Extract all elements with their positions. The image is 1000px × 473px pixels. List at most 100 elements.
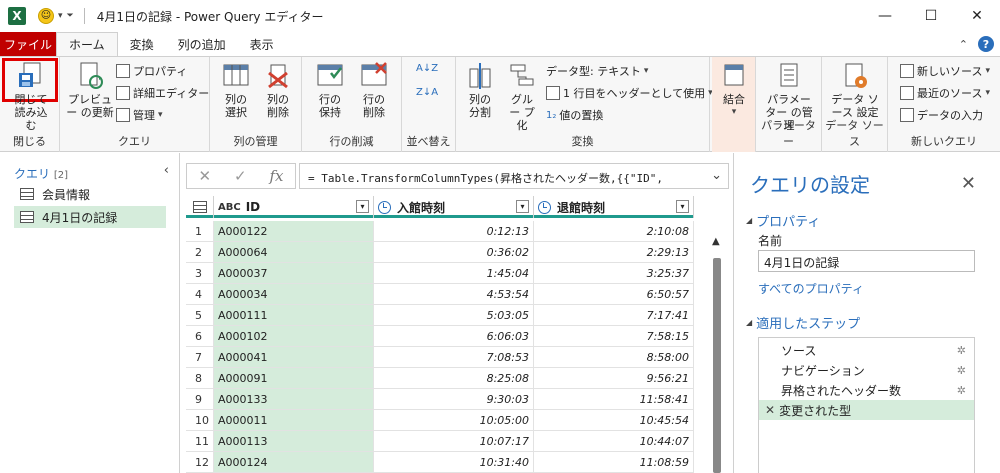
- cell-entry-time[interactable]: 4:53:54: [374, 284, 534, 305]
- collapse-ribbon-icon[interactable]: ⌃: [959, 38, 968, 51]
- cell-id[interactable]: A000133: [214, 389, 374, 410]
- advanced-editor-button[interactable]: 詳細エディター: [116, 85, 209, 101]
- cell-entry-time[interactable]: 8:25:08: [374, 368, 534, 389]
- combine-button[interactable]: 結合 ▾: [716, 61, 752, 119]
- expand-formula-icon[interactable]: ⌄: [711, 168, 722, 183]
- row-number[interactable]: 7: [186, 347, 214, 368]
- data-source-settings-button[interactable]: データ ソース 設定: [826, 61, 884, 119]
- keep-rows-button[interactable]: 行の 保持: [308, 61, 352, 119]
- cell-entry-time[interactable]: 5:03:05: [374, 305, 534, 326]
- collapse-pane-icon[interactable]: ‹: [164, 163, 169, 178]
- time-type-icon[interactable]: [538, 200, 551, 214]
- cell-exit-time[interactable]: 2:29:13: [534, 242, 694, 263]
- smiley-feedback-icon[interactable]: ☺: [38, 8, 54, 24]
- filter-dropdown-icon[interactable]: ▾: [356, 200, 369, 213]
- delete-step-icon[interactable]: ✕: [765, 403, 775, 417]
- manage-button[interactable]: 管理 ▾: [116, 107, 163, 123]
- scroll-up-icon[interactable]: ▲: [712, 236, 720, 247]
- fx-icon[interactable]: fx: [270, 167, 284, 185]
- cell-exit-time[interactable]: 7:58:15: [534, 326, 694, 347]
- split-column-button[interactable]: 列の 分割: [460, 61, 500, 119]
- data-type-dropdown[interactable]: データ型: テキスト ▾: [546, 63, 648, 79]
- close-settings-icon[interactable]: ✕: [961, 173, 976, 194]
- properties-section[interactable]: ◢ プロパティ: [746, 211, 820, 230]
- step-item[interactable]: ソース ✲: [759, 340, 974, 360]
- row-number[interactable]: 3: [186, 263, 214, 284]
- row-number[interactable]: 2: [186, 242, 214, 263]
- cell-id[interactable]: A000064: [214, 242, 374, 263]
- query-item-selected[interactable]: 4月1日の記録: [14, 206, 166, 228]
- formula-bar[interactable]: = Table.TransformColumnTypes(昇格されたヘッダー数,…: [299, 163, 729, 189]
- commit-formula-icon[interactable]: ✓: [234, 167, 247, 185]
- cell-exit-time[interactable]: 11:08:59: [534, 452, 694, 473]
- group-by-button[interactable]: グルー プ化: [502, 61, 542, 132]
- cell-exit-time[interactable]: 9:56:21: [534, 368, 694, 389]
- cell-entry-time[interactable]: 6:06:03: [374, 326, 534, 347]
- row-number[interactable]: 5: [186, 305, 214, 326]
- cell-exit-time[interactable]: 10:45:54: [534, 410, 694, 431]
- row-number[interactable]: 6: [186, 326, 214, 347]
- text-type-icon[interactable]: ABC: [218, 202, 241, 213]
- row-number[interactable]: 9: [186, 389, 214, 410]
- filter-dropdown-icon[interactable]: ▾: [516, 200, 529, 213]
- maximize-button[interactable]: ☐: [908, 0, 954, 32]
- tab-home[interactable]: ホーム: [56, 32, 118, 56]
- remove-rows-button[interactable]: 行の 削除: [352, 61, 396, 119]
- recent-sources-button[interactable]: 最近のソース ▾: [900, 85, 990, 101]
- refresh-preview-button[interactable]: プレビュー の更新: [64, 61, 116, 119]
- time-type-icon[interactable]: [378, 200, 391, 214]
- cancel-formula-icon[interactable]: ✕: [198, 167, 211, 185]
- all-properties-link[interactable]: すべてのプロパティ: [758, 280, 864, 297]
- enter-data-button[interactable]: データの入力: [900, 107, 983, 123]
- cell-id[interactable]: A000124: [214, 452, 374, 473]
- cell-entry-time[interactable]: 10:07:17: [374, 431, 534, 452]
- close-window-button[interactable]: ✕: [954, 0, 1000, 32]
- cell-id[interactable]: A000034: [214, 284, 374, 305]
- cell-entry-time[interactable]: 10:05:00: [374, 410, 534, 431]
- step-item[interactable]: 昇格されたヘッダー数 ✲: [759, 380, 974, 400]
- tab-transform[interactable]: 変換: [118, 32, 166, 56]
- use-first-row-header-button[interactable]: 1 行目をヘッダーとして使用 ▾: [546, 85, 713, 101]
- cell-exit-time[interactable]: 3:25:37: [534, 263, 694, 284]
- column-header-id[interactable]: ABC ID ▾: [214, 196, 374, 218]
- sort-descending-icon[interactable]: Z↓A: [416, 87, 438, 98]
- column-header-exit-time[interactable]: 退館時刻 ▾: [534, 196, 694, 218]
- table-menu-icon[interactable]: [186, 196, 214, 218]
- cell-id[interactable]: A000011: [214, 410, 374, 431]
- row-number[interactable]: 10: [186, 410, 214, 431]
- cell-id[interactable]: A000037: [214, 263, 374, 284]
- cell-exit-time[interactable]: 2:10:08: [534, 221, 694, 242]
- cell-exit-time[interactable]: 11:58:41: [534, 389, 694, 410]
- qat-customize-icon[interactable]: ⏷: [67, 11, 74, 21]
- choose-columns-button[interactable]: 列の 選択: [216, 61, 256, 119]
- cell-entry-time[interactable]: 1:45:04: [374, 263, 534, 284]
- cell-id[interactable]: A000113: [214, 431, 374, 452]
- tab-file[interactable]: ファイル: [0, 32, 56, 56]
- cell-exit-time[interactable]: 8:58:00: [534, 347, 694, 368]
- new-source-button[interactable]: 新しいソース ▾: [900, 63, 990, 79]
- cell-id[interactable]: A000091: [214, 368, 374, 389]
- help-icon[interactable]: ?: [978, 36, 994, 52]
- tab-add-column[interactable]: 列の追加: [166, 32, 238, 56]
- query-name-field[interactable]: 4月1日の記録: [758, 250, 975, 272]
- cell-entry-time[interactable]: 10:31:40: [374, 452, 534, 473]
- cell-entry-time[interactable]: 0:12:13: [374, 221, 534, 242]
- step-item[interactable]: ナビゲーション ✲: [759, 360, 974, 380]
- close-and-load-button[interactable]: 閉じて読み込む: [6, 61, 56, 132]
- tab-view[interactable]: 表示: [238, 32, 286, 56]
- gear-icon[interactable]: ✲: [957, 384, 966, 397]
- row-number[interactable]: 8: [186, 368, 214, 389]
- row-number[interactable]: 11: [186, 431, 214, 452]
- remove-columns-button[interactable]: 列の 削除: [258, 61, 298, 119]
- row-number[interactable]: 12: [186, 452, 214, 473]
- cell-entry-time[interactable]: 7:08:53: [374, 347, 534, 368]
- gear-icon[interactable]: ✲: [957, 344, 966, 357]
- feedback-dropdown-icon[interactable]: ▾: [58, 11, 63, 21]
- sort-ascending-icon[interactable]: A↓Z: [416, 63, 438, 74]
- filter-dropdown-icon[interactable]: ▾: [676, 200, 689, 213]
- cell-exit-time[interactable]: 6:50:57: [534, 284, 694, 305]
- row-number[interactable]: 1: [186, 221, 214, 242]
- applied-steps-section[interactable]: ◢ 適用したステップ: [746, 313, 860, 332]
- replace-values-button[interactable]: 1₂ 値の置換: [546, 107, 603, 123]
- step-item-selected[interactable]: ✕ 変更された型: [759, 400, 974, 420]
